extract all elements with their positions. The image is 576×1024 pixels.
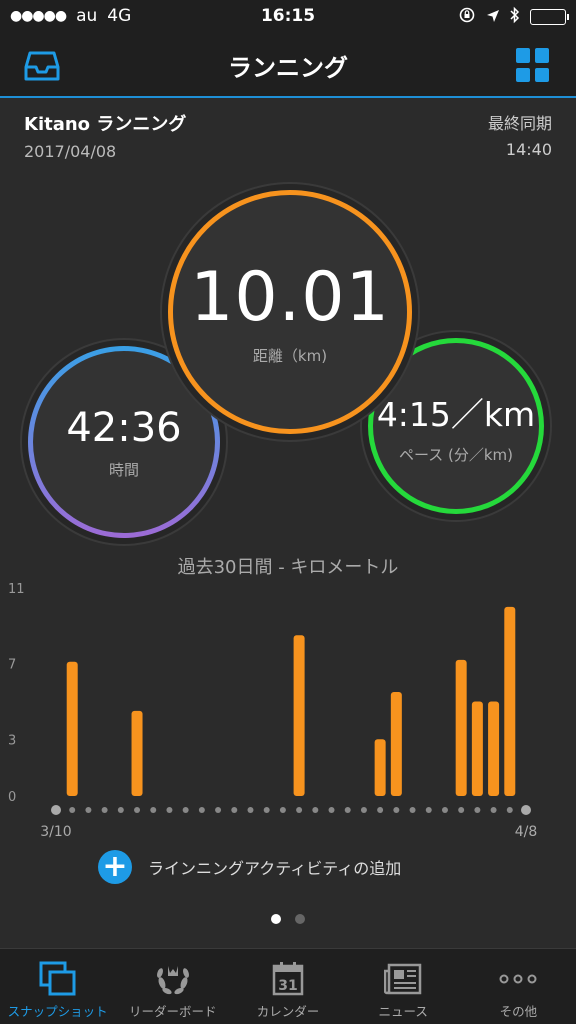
day-dot: [441, 807, 448, 813]
day-dot: [150, 807, 157, 813]
tab-label: ニュース: [378, 1004, 428, 1019]
pace-label: ペース (分／km): [398, 445, 514, 464]
calendar-icon: 31: [268, 961, 308, 997]
day-dot: [377, 807, 384, 813]
day-dot: [69, 807, 76, 813]
day-dot: [296, 807, 303, 813]
day-dot: [490, 807, 497, 813]
tab-label: リーダーボード: [129, 1004, 217, 1019]
page-dot-2[interactable]: [295, 914, 305, 924]
tab-calendar[interactable]: 31 カレンダー: [230, 949, 345, 1024]
y-tick-label: 0: [8, 790, 16, 805]
day-dot: [279, 807, 286, 813]
page-title: ランニング: [228, 54, 348, 82]
more-icon: [498, 961, 538, 997]
day-dot: [166, 807, 173, 813]
day-dot: [231, 807, 238, 813]
day-dot: [85, 807, 92, 813]
distance-value: 10.01: [190, 258, 390, 337]
tab-more[interactable]: その他: [461, 949, 576, 1024]
status-bar: ●●●●● au 4G 16:15: [0, 0, 576, 34]
day-dot: [134, 807, 141, 813]
y-tick-label: 11: [8, 582, 25, 597]
add-activity-label: ラインニングアクティビティの追加: [148, 859, 402, 878]
day-dot: [51, 805, 61, 815]
day-dot: [263, 807, 270, 813]
tab-bar: スナップショット リーダーボード 31 カレンダー ニュース その他: [0, 948, 576, 1024]
time-label: 時間: [108, 460, 139, 479]
nav-bar: ランニング: [0, 34, 576, 98]
pace-value: 4:15／km: [376, 394, 536, 434]
chart-bar: [66, 661, 78, 796]
day-dot: [506, 807, 513, 813]
calendar-day: 31: [278, 978, 297, 994]
chart-bar: [471, 701, 483, 796]
location-icon: [486, 8, 500, 27]
distance-chart: 0 3 7 11 3/10 4/8: [8, 582, 538, 840]
page-indicator: [0, 914, 576, 924]
snapshot-icon: [38, 961, 78, 997]
day-dot: [474, 807, 481, 813]
tab-news[interactable]: ニュース: [346, 949, 461, 1024]
battery-icon: [530, 9, 569, 25]
activity-header: Kitano ランニング 2017/04/08: [24, 110, 186, 161]
chart-bar: [390, 692, 402, 796]
y-tick-label: 3: [8, 733, 16, 748]
day-dot: [198, 807, 205, 813]
time-value: 42:36: [66, 404, 182, 451]
tab-label: その他: [499, 1004, 538, 1019]
last-sync-time: 14:40: [505, 140, 552, 159]
chart-bar: [455, 659, 467, 796]
tab-label: カレンダー: [256, 1004, 320, 1019]
day-dot: [409, 807, 416, 813]
bluetooth-icon: [510, 6, 520, 28]
tab-snapshot[interactable]: スナップショット: [0, 949, 115, 1024]
page-dot-1[interactable]: [271, 914, 281, 924]
grid-icon[interactable]: [516, 48, 550, 82]
x-end-label: 4/8: [515, 824, 538, 840]
day-dot: [247, 807, 254, 813]
chart-bar: [293, 635, 305, 796]
activity-date: 2017/04/08: [24, 142, 117, 161]
chart-bar: [504, 606, 516, 796]
tab-leaderboard[interactable]: リーダーボード: [115, 949, 230, 1024]
day-dot: [328, 807, 335, 813]
day-dot: [344, 807, 351, 813]
day-dot: [182, 807, 189, 813]
day-dot: [521, 805, 531, 815]
y-tick-label: 7: [8, 658, 16, 673]
distance-circle[interactable]: 10.01 距離（km): [168, 190, 412, 434]
plus-icon: +: [98, 850, 132, 884]
day-dot: [425, 807, 432, 813]
chart-bar: [131, 710, 143, 796]
day-dot: [215, 807, 222, 813]
day-dot: [458, 807, 465, 813]
last-sync: 最終同期 14:40: [488, 110, 552, 159]
add-activity-button[interactable]: + ラインニングアクティビティの追加: [98, 850, 401, 884]
rotation-lock-icon: [458, 6, 476, 28]
laurel-icon: [153, 961, 193, 997]
last-sync-label: 最終同期: [487, 114, 552, 133]
chart-title: 過去30日間 - キロメートル: [177, 557, 399, 578]
day-dot: [360, 807, 367, 813]
distance-label: 距離（km): [252, 347, 328, 365]
day-dot: [101, 807, 108, 813]
tab-label: スナップショット: [7, 1004, 108, 1019]
activity-name: Kitano ランニング: [24, 114, 187, 135]
chart-bar: [488, 701, 500, 796]
day-dot: [117, 807, 124, 813]
chart-bar: [374, 739, 386, 796]
x-start-label: 3/10: [40, 824, 71, 840]
day-dot: [393, 807, 400, 813]
day-dot: [312, 807, 319, 813]
news-icon: [383, 961, 423, 997]
